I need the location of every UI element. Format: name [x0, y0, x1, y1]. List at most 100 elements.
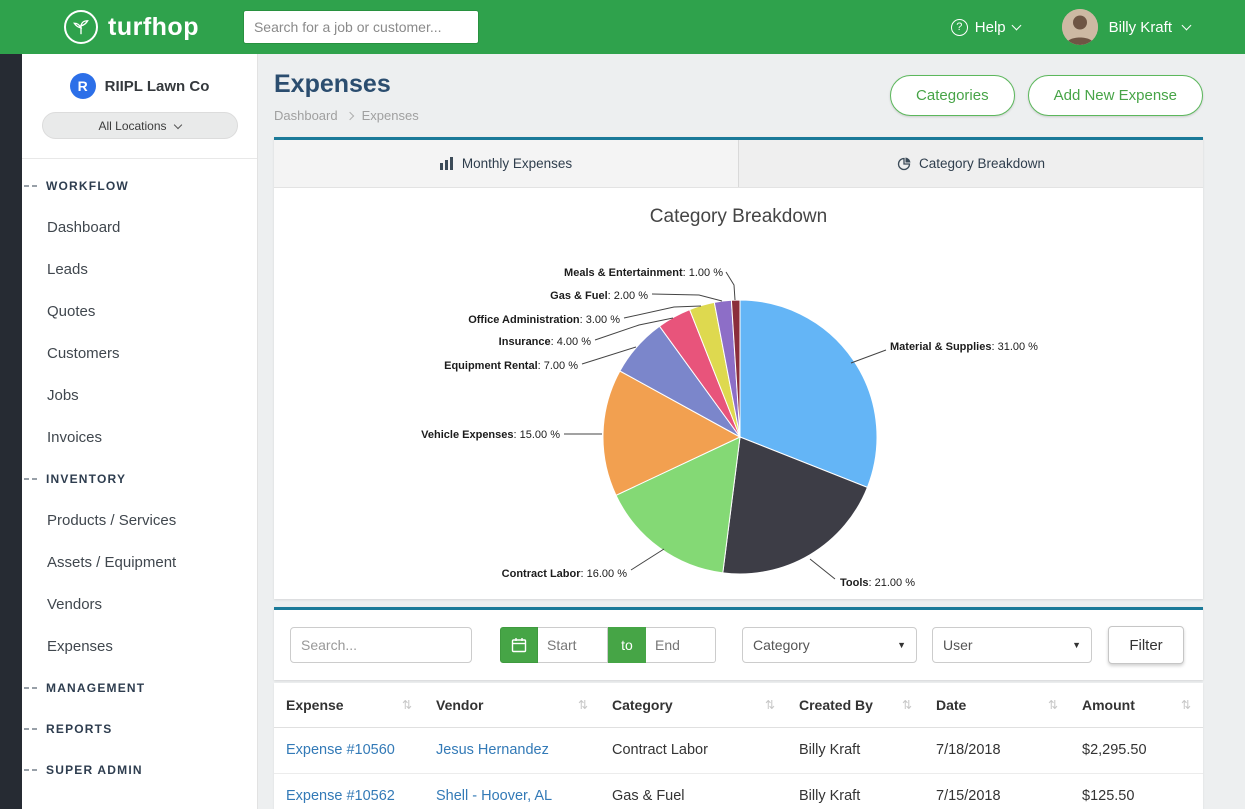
user-menu[interactable]: Billy Kraft [1062, 9, 1190, 45]
tab-category-breakdown[interactable]: Category Breakdown [738, 140, 1203, 187]
topbar: turfhop ? Help Billy Kraft [0, 0, 1245, 54]
nav-section-super-admin: SUPER ADMIN [22, 749, 257, 790]
company-name: RIIPL Lawn Co [105, 78, 210, 95]
dash-icon [24, 728, 40, 730]
pie-slices [603, 300, 877, 574]
company-logo: R [70, 73, 96, 99]
vendor-link[interactable]: Jesus Hernandez [424, 727, 600, 773]
pie-label: Contract Labor: 16.00 % [502, 568, 628, 580]
sidebar-item-dashboard[interactable]: Dashboard [22, 206, 257, 248]
category-breakdown-pie-chart: Material & Supplies: 31.00 % Tools: 21.0… [274, 230, 1203, 599]
date-end-input[interactable] [646, 627, 716, 663]
table-search-input[interactable] [290, 627, 472, 663]
bar-chart-icon [440, 157, 454, 170]
sidebar-item-jobs[interactable]: Jobs [22, 374, 257, 416]
chevron-down-icon [1182, 20, 1192, 30]
col-expense[interactable]: Expense⇅ [274, 683, 424, 727]
category-select[interactable]: Category ▼ [742, 627, 917, 663]
nav-section-reports: REPORTS [22, 708, 257, 749]
page-title: Expenses [274, 70, 419, 99]
chart-area: Category Breakdown Material & Supplies: … [274, 188, 1203, 599]
help-label: Help [975, 19, 1006, 36]
calendar-button[interactable] [500, 627, 538, 663]
category-cell: Gas & Fuel [600, 773, 787, 809]
main-content: Expenses Dashboard Expenses Categories A… [258, 0, 1245, 809]
sidebar-item-quotes[interactable]: Quotes [22, 290, 257, 332]
date-start-input[interactable] [538, 627, 608, 663]
sidebar-item-assets-equipment[interactable]: Assets / Equipment [22, 541, 257, 583]
sidebar-item-customers[interactable]: Customers [22, 332, 257, 374]
chevron-down-icon [1011, 20, 1021, 30]
table-row: Expense #10562 Shell - Hoover, AL Gas & … [274, 773, 1203, 809]
table-row: Expense #10560 Jesus Hernandez Contract … [274, 727, 1203, 773]
help-icon: ? [951, 19, 968, 36]
brand-name: turfhop [108, 13, 199, 42]
sidebar-collapse-strip [0, 54, 22, 809]
user-select[interactable]: User ▼ [932, 627, 1092, 663]
turfhop-sprout-icon [64, 10, 98, 44]
tab-monthly-expenses[interactable]: Monthly Expenses [274, 140, 738, 187]
pie-chart-icon [897, 157, 911, 171]
table-header-row: Expense⇅ Vendor⇅ Category⇅ Created By⇅ D… [274, 683, 1203, 727]
breadcrumb-expenses: Expenses [362, 108, 419, 123]
sidebar-nav: WORKFLOW Dashboard Leads Quotes Customer… [22, 159, 257, 790]
sort-icon: ⇅ [902, 698, 912, 712]
dash-icon [24, 185, 40, 187]
add-new-expense-button[interactable]: Add New Expense [1028, 75, 1203, 116]
sort-icon: ⇅ [402, 698, 412, 712]
sort-icon: ⇅ [1048, 698, 1058, 712]
expense-link[interactable]: Expense #10560 [274, 727, 424, 773]
created-by-cell: Billy Kraft [787, 727, 924, 773]
date-cell: 7/15/2018 [924, 773, 1070, 809]
location-selector[interactable]: All Locations [42, 112, 238, 139]
col-created-by[interactable]: Created By⇅ [787, 683, 924, 727]
pie-label: Gas & Fuel: 2.00 % [550, 290, 648, 302]
amount-cell: $2,295.50 [1070, 727, 1203, 773]
date-cell: 7/18/2018 [924, 727, 1070, 773]
expense-link[interactable]: Expense #10562 [274, 773, 424, 809]
col-amount[interactable]: Amount⇅ [1070, 683, 1203, 727]
filter-button[interactable]: Filter [1108, 626, 1184, 664]
avatar [1062, 9, 1098, 45]
sidebar: R RIIPL Lawn Co All Locations WORKFLOW D… [0, 54, 258, 809]
pie-label: Office Administration: 3.00 % [468, 314, 620, 326]
nav-section-inventory: INVENTORY [22, 458, 257, 499]
vendor-link[interactable]: Shell - Hoover, AL [424, 773, 600, 809]
chevron-down-icon [173, 120, 181, 128]
nav-section-management: MANAGEMENT [22, 667, 257, 708]
nav-section-workflow: WORKFLOW [22, 165, 257, 206]
sort-icon: ⇅ [765, 698, 775, 712]
sidebar-item-products-services[interactable]: Products / Services [22, 499, 257, 541]
brand-logo[interactable]: turfhop [64, 10, 199, 44]
amount-cell: $125.50 [1070, 773, 1203, 809]
chart-tabs: Monthly Expenses Category Breakdown [274, 140, 1203, 188]
user-name: Billy Kraft [1109, 19, 1172, 36]
pie-label: Vehicle Expenses: 15.00 % [421, 429, 560, 441]
col-date[interactable]: Date⇅ [924, 683, 1070, 727]
category-cell: Contract Labor [600, 727, 787, 773]
sidebar-item-expenses[interactable]: Expenses [22, 625, 257, 667]
select-caret-icon: ▼ [1072, 640, 1081, 650]
sort-icon: ⇅ [578, 698, 588, 712]
pie-label: Insurance: 4.00 % [499, 336, 592, 348]
expenses-chart-panel: Monthly Expenses Category Breakdown Cate… [274, 137, 1203, 599]
sort-icon: ⇅ [1181, 698, 1191, 712]
company-header: R RIIPL Lawn Co [22, 54, 257, 99]
sidebar-item-vendors[interactable]: Vendors [22, 583, 257, 625]
help-menu[interactable]: ? Help [951, 19, 1020, 36]
global-search-input[interactable] [243, 10, 479, 44]
pie-label: Tools: 21.00 % [840, 577, 915, 589]
dash-icon [24, 687, 40, 689]
breadcrumb-dashboard[interactable]: Dashboard [274, 108, 338, 123]
pie-label: Material & Supplies: 31.00 % [890, 341, 1038, 353]
date-range-group: to [500, 627, 716, 663]
sidebar-item-leads[interactable]: Leads [22, 248, 257, 290]
col-category[interactable]: Category⇅ [600, 683, 787, 727]
col-vendor[interactable]: Vendor⇅ [424, 683, 600, 727]
categories-button[interactable]: Categories [890, 75, 1015, 116]
pie-label: Equipment Rental: 7.00 % [444, 360, 578, 372]
sidebar-item-invoices[interactable]: Invoices [22, 416, 257, 458]
calendar-icon [511, 637, 527, 653]
expenses-table-panel: Expense⇅ Vendor⇅ Category⇅ Created By⇅ D… [274, 683, 1203, 809]
select-caret-icon: ▼ [897, 640, 906, 650]
